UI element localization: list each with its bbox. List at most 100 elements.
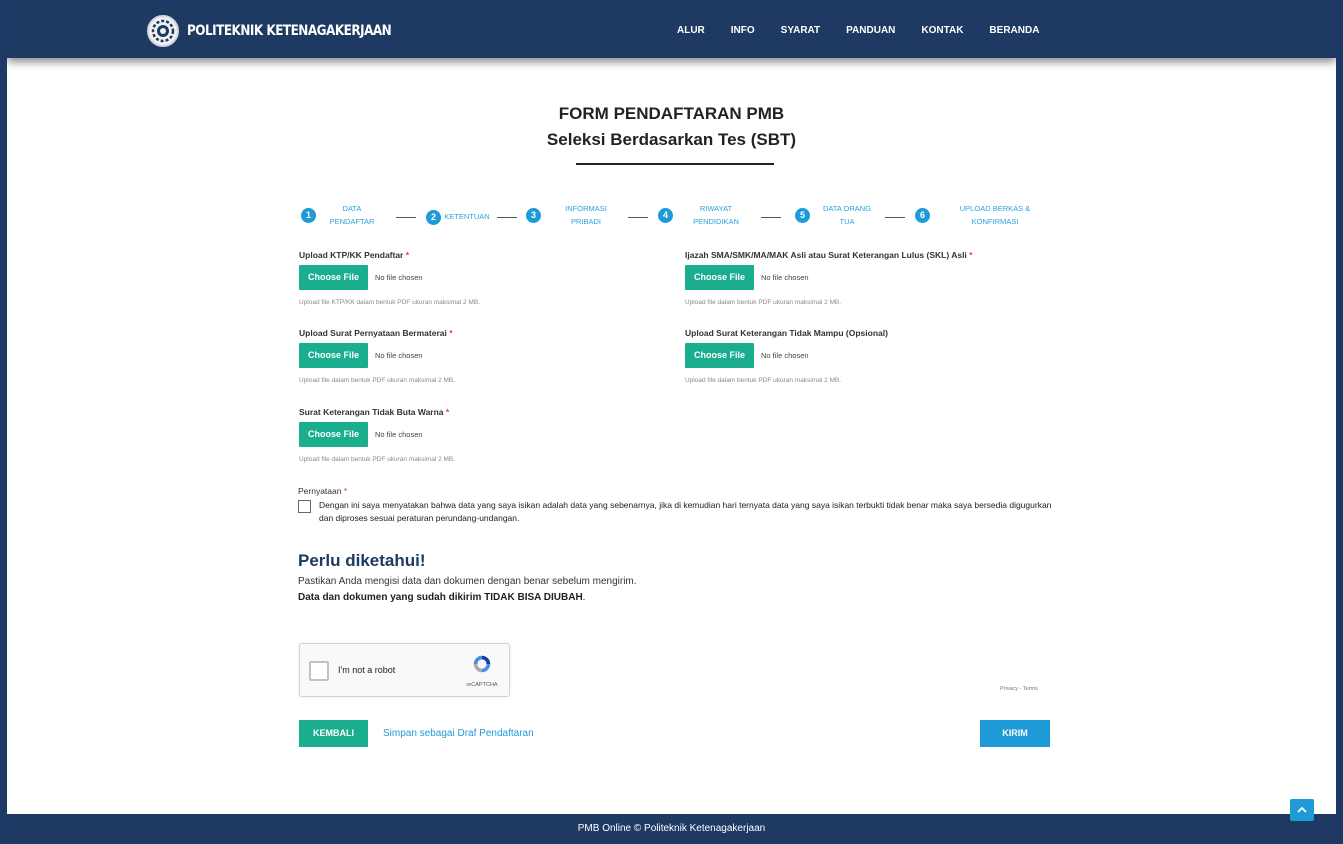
step-data-orang-tua[interactable]: 5 DATA ORANG TUA [795,202,884,228]
choose-file-button[interactable]: Choose File [685,265,755,290]
notice-line-1: Pastikan Anda mengisi data dan dokumen d… [298,576,637,587]
field-label-text: Surat Keterangan Tidak Buta Warna [299,407,444,417]
upload-ijazah-field: Ijazah SMA/SMK/MA/MAK Asli atau Surat Ke… [685,250,972,306]
step-connector [761,217,781,218]
step-number: 6 [915,207,930,223]
step-connector [628,217,648,218]
step-riwayat-pendidikan[interactable]: 4 RIWAYAT PENDIDIKAN [658,202,759,228]
step-label-line: PENDAFTAR [329,217,375,226]
step-number: 5 [795,207,810,223]
step-connector [885,217,905,218]
step-label-line: PRIBADI [570,217,601,226]
step-label: UPLOAD BERKAS & KONFIRMASI [930,202,1060,228]
step-number: 3 [526,207,541,223]
recaptcha-privacy-terms[interactable]: Privacy - Terms [1000,686,1038,692]
choose-file-button[interactable]: Choose File [685,343,755,368]
upload-ktp-field: Upload KTP/KK Pendaftar * Choose File No… [299,250,480,306]
required-mark: * [405,250,410,260]
step-data-pendaftar[interactable]: 1 DATA PENDAFTAR [301,202,388,228]
nav-panduan[interactable]: PANDUAN [846,25,895,36]
brand-name: POLITEKNIK KETENAGAKERJAAN [187,23,392,39]
file-input: Choose File No file chosen [685,343,888,368]
step-label-line: TUA [839,217,855,226]
step-connector [396,217,416,218]
main-nav: ALUR INFO SYARAT PANDUAN KONTAK BERANDA [677,25,1065,36]
choose-file-button[interactable]: Choose File [299,422,369,447]
notice-title: Perlu diketahui! [298,551,426,570]
step-label-line: KONFIRMASI [971,217,1019,226]
file-input: Choose File No file chosen [299,422,455,447]
upload-sktm-field: Upload Surat Keterangan Tidak Mampu (Ops… [685,328,888,384]
step-label-line: DATA [342,204,362,213]
save-draft-link[interactable]: Simpan sebagai Draf Pendaftaran [383,728,534,739]
required-mark: * [449,328,453,338]
file-status: No file chosen [375,273,423,282]
pernyataan-section: Pernyataan * Dengan ini saya menyatakan … [298,486,1058,525]
step-number: 1 [301,207,316,223]
step-label-line: RIWAYAT [699,204,733,213]
step-label: INFORMASI PRIBADI [541,202,631,228]
pernyataan-checkbox[interactable] [298,500,311,513]
navbar: POLITEKNIK KETENAGAKERJAAN ALUR INFO SYA… [7,6,1336,58]
step-label: RIWAYAT PENDIDIKAN [673,202,759,228]
recaptcha-brand: reCAPTCHA [466,682,498,688]
recaptcha-widget: I'm not a robot reCAPTCHA [299,643,510,697]
step-label-line: UPLOAD BERKAS & [959,204,1031,213]
title-divider [576,163,774,165]
recaptcha-icon [473,655,491,673]
step-number: 2 [426,209,441,225]
field-help: Upload file dalam bentuk PDF ukuran maks… [685,377,842,384]
file-status: No file chosen [761,351,809,360]
pernyataan-label-text: Pernyataan [298,486,342,496]
nav-syarat[interactable]: SYARAT [781,25,820,36]
field-label: Upload KTP/KK Pendaftar * [299,250,480,260]
pernyataan-row: Dengan ini saya menyatakan bahwa data ya… [298,499,1058,525]
nav-info[interactable]: INFO [731,25,755,36]
footer-text: PMB Online © Politeknik Ketenagakerjaan [577,823,766,834]
footer: PMB Online © Politeknik Ketenagakerjaan [7,814,1336,844]
pernyataan-text: Dengan ini saya menyatakan bahwa data ya… [319,500,1052,523]
page-frame: POLITEKNIK KETENAGAKERJAAN ALUR INFO SYA… [7,6,1336,844]
field-label-text: Upload Surat Keterangan Tidak Mampu (Ops… [685,328,888,338]
brand[interactable]: POLITEKNIK KETENAGAKERJAAN [147,15,425,47]
step-label: DATA ORANG TUA [810,202,884,228]
field-label: Upload Surat Pernyataan Bermaterai * [299,328,455,338]
progress-stepper: 1 DATA PENDAFTAR 2 KETENTUAN 3 INFORMASI… [298,202,1058,236]
required-mark: * [969,250,973,260]
form-title: FORM PENDAFTARAN PMB [558,104,785,123]
field-label-text: Upload KTP/KK Pendaftar [299,250,404,260]
recaptcha-logo: reCAPTCHA [462,653,502,688]
recaptcha-checkbox[interactable] [309,661,329,681]
step-informasi-pribadi[interactable]: 3 INFORMASI PRIBADI [526,202,631,228]
file-input: Choose File No file chosen [685,265,972,290]
field-label: Upload Surat Keterangan Tidak Mampu (Ops… [685,328,888,338]
choose-file-button[interactable]: Choose File [299,343,369,368]
nav-kontak[interactable]: KONTAK [921,25,963,36]
step-ketentuan[interactable]: 2 KETENTUAN [426,202,493,232]
back-button[interactable]: KEMBALI [299,720,368,747]
step-number: 4 [658,207,673,223]
nav-alur[interactable]: ALUR [677,25,705,36]
file-status: No file chosen [375,430,423,439]
field-help: Upload file dalam bentuk PDF ukuran maks… [299,377,456,384]
scroll-to-top-button[interactable] [1290,799,1314,821]
form-subtitle: Seleksi Berdasarkan Tes (SBT) [546,130,797,149]
field-label: Surat Keterangan Tidak Buta Warna * [299,407,455,417]
notice-period: . [582,592,586,603]
step-label-line: INFORMASI [565,204,607,213]
notice-line-2: Data dan dokumen yang sudah dikirim TIDA… [298,592,585,603]
required-mark: * [445,407,450,417]
step-upload-berkas[interactable]: 6 UPLOAD BERKAS & KONFIRMASI [915,202,1060,228]
pernyataan-label: Pernyataan * [298,486,1058,496]
file-input: Choose File No file chosen [299,343,455,368]
upload-buta-warna-field: Surat Keterangan Tidak Buta Warna * Choo… [299,407,455,463]
submit-button[interactable]: KIRIM [980,720,1050,747]
file-status: No file chosen [761,273,809,282]
logo-icon [147,15,179,47]
choose-file-button[interactable]: Choose File [299,265,369,290]
field-help: Upload file dalam bentuk PDF ukuran maks… [299,456,456,463]
field-help: Upload file KTP/KK dalam bentuk PDF ukur… [299,299,480,306]
nav-beranda[interactable]: BERANDA [989,25,1039,36]
upload-pernyataan-field: Upload Surat Pernyataan Bermaterai * Cho… [299,328,455,384]
file-status: No file chosen [375,351,423,360]
